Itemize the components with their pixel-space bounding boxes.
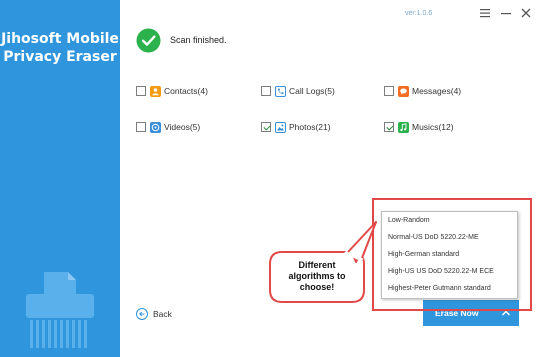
callout-line1: Different	[298, 260, 336, 270]
callout-bubble	[269, 221, 377, 303]
callout-line2: algorithms to	[288, 271, 346, 281]
callout-text: Different algorithms to choose!	[272, 260, 362, 293]
callout-line3: choose!	[299, 282, 335, 292]
